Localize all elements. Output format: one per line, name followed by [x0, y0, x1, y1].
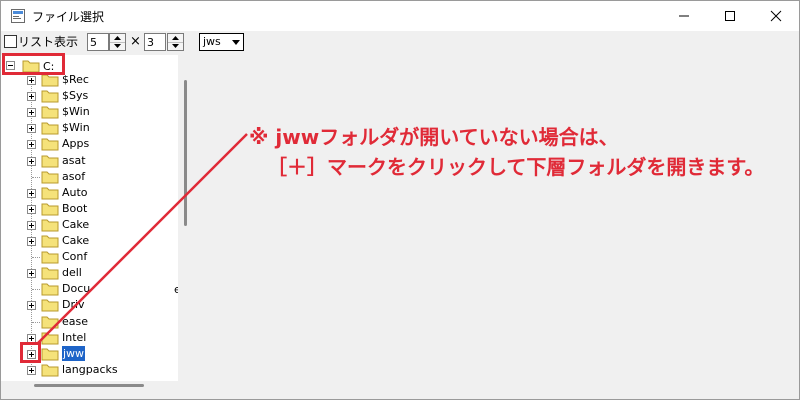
list-view-label[interactable]: リスト表示	[18, 33, 78, 50]
tree-guide-line	[32, 257, 40, 258]
folder-icon	[41, 106, 59, 119]
folder-icon	[41, 235, 59, 248]
folder-icon	[41, 171, 59, 184]
tree-item-label: langpacks	[62, 363, 118, 376]
maximize-button[interactable]	[707, 1, 753, 31]
folder-icon	[41, 364, 59, 377]
tree-item-label: Auto	[62, 186, 88, 199]
expand-toggle[interactable]	[27, 108, 36, 117]
toolbar: リスト表示 5 × 3 jws	[1, 31, 799, 55]
folder-icon	[41, 251, 59, 264]
folder-icon	[41, 138, 59, 151]
caret-up-icon	[114, 36, 121, 40]
list-view-checkbox[interactable]	[4, 35, 17, 48]
cols-input[interactable]: 3	[144, 33, 166, 51]
tree-item-label: $Rec	[62, 73, 89, 86]
expand-toggle[interactable]	[27, 189, 36, 198]
tree-item-label: $Sys	[62, 89, 89, 102]
title-bar[interactable]: ファイル選択	[1, 1, 799, 31]
minimize-button[interactable]	[661, 1, 707, 31]
close-icon	[770, 10, 782, 22]
annotation-line-2: ［＋］マークをクリックして下層フォルダを開きます。	[267, 155, 765, 179]
expand-toggle[interactable]	[27, 366, 36, 375]
expand-toggle[interactable]	[27, 76, 36, 85]
app-icon	[11, 9, 25, 23]
tree-item-label: $Win	[62, 121, 90, 134]
tree-item-label: dell	[62, 266, 82, 279]
folder-icon	[41, 316, 59, 329]
folder-icon	[41, 203, 59, 216]
expand-toggle[interactable]	[27, 221, 36, 230]
spin-down-button[interactable]	[168, 42, 183, 50]
tree-item-label: Boot	[62, 202, 88, 215]
tree-item-label: Driv	[62, 298, 85, 311]
horizontal-scrollbar-thumb[interactable]	[34, 384, 144, 387]
caret-down-icon	[114, 44, 121, 48]
tree-item-label: Docu	[62, 282, 91, 295]
folder-icon	[41, 332, 59, 345]
window-title: ファイル選択	[32, 10, 105, 24]
tree-item-label: Apps	[62, 137, 90, 150]
caret-down-icon	[172, 44, 179, 48]
rows-spinner[interactable]	[109, 33, 126, 51]
tree-guide-line	[32, 177, 40, 178]
expand-toggle[interactable]	[27, 124, 36, 133]
folder-icon	[41, 348, 59, 361]
dropdown-arrow-icon	[232, 40, 240, 45]
expand-toggle[interactable]	[27, 237, 36, 246]
folder-icon	[41, 299, 59, 312]
maximize-icon	[725, 11, 735, 21]
expand-toggle[interactable]	[27, 269, 36, 278]
tree-item-label: $Win	[62, 105, 90, 118]
tree-item-label: Cake	[62, 218, 90, 231]
clipped-text: e	[174, 283, 178, 296]
expand-toggle[interactable]	[27, 301, 36, 310]
times-sign: ×	[130, 34, 141, 49]
folder-icon	[41, 90, 59, 103]
expand-toggle[interactable]	[27, 157, 36, 166]
caret-up-icon	[172, 36, 179, 40]
tree-guide-line	[32, 322, 40, 323]
spin-down-button[interactable]	[110, 42, 125, 50]
folder-icon	[41, 155, 59, 168]
tree-item-label: Intel	[62, 331, 87, 344]
close-button[interactable]	[753, 1, 799, 31]
folder-icon	[41, 187, 59, 200]
cols-spinner[interactable]	[167, 33, 184, 51]
rows-input[interactable]: 5	[87, 33, 109, 51]
expand-toggle[interactable]	[27, 92, 36, 101]
highlight-expand-box	[20, 342, 41, 363]
file-type-select[interactable]: jws	[199, 33, 244, 51]
folder-icon	[41, 267, 59, 280]
tree-item-label: ease	[62, 315, 89, 328]
folder-icon	[41, 122, 59, 135]
annotation-line-1: ※ jwwフォルダが開いていない場合は、	[249, 125, 619, 149]
folder-tree[interactable]: C: $Rec $Sys $Win $Win Apps asat asof Auto Boot C…	[1, 55, 178, 381]
highlight-root-box	[2, 53, 65, 75]
folder-icon	[41, 74, 59, 87]
minimize-icon	[679, 15, 689, 17]
tree-item-label: jww	[62, 346, 86, 361]
file-select-window: ファイル選択 リスト表示 5 × 3 jws C: $Rec $Sys $Win…	[0, 0, 800, 400]
file-type-value: jws	[203, 35, 221, 48]
tree-item-label: asof	[62, 170, 86, 183]
vertical-scrollbar-thumb[interactable]	[184, 80, 187, 226]
tree-item-label: Conf	[62, 250, 88, 263]
folder-icon	[41, 219, 59, 232]
tree-item-label: Cake	[62, 234, 90, 247]
folder-icon	[41, 283, 59, 296]
tree-guide-line	[32, 289, 40, 290]
expand-toggle[interactable]	[27, 140, 36, 149]
expand-toggle[interactable]	[27, 205, 36, 214]
tree-item-label: asat	[62, 154, 86, 167]
